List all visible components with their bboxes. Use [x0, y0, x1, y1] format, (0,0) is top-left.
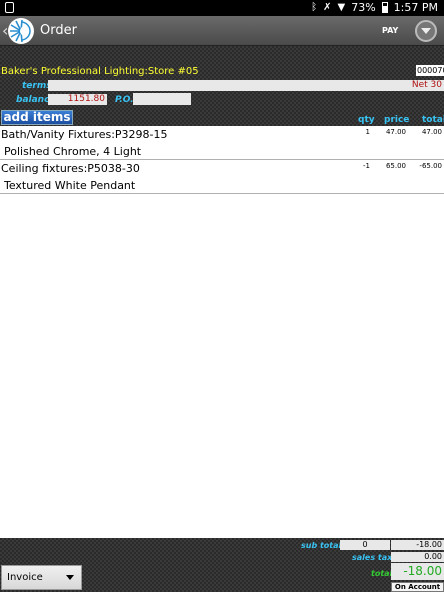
status-icons: ᛒ ✗ ▼ 73% 1:57 PM	[311, 1, 438, 14]
chevron-down-icon	[66, 575, 74, 580]
action-bar: ‹ Order PAY	[0, 16, 444, 46]
order-number: 000070	[416, 65, 444, 76]
document-type-select[interactable]: Invoice	[1, 565, 82, 590]
subtotal-label: sub total	[301, 541, 342, 550]
subtotal-value: -18.00	[391, 540, 444, 550]
total-value: -18.00	[391, 563, 444, 580]
add-items-button[interactable]: add items	[1, 110, 73, 125]
clock: 1:57 PM	[393, 1, 438, 14]
bluetooth-icon: ᛒ	[311, 2, 318, 13]
subtotal-qty: 0	[340, 540, 390, 550]
status-bar: ᛒ ✗ ▼ 73% 1:57 PM	[0, 0, 444, 16]
item-total: 47.00	[421, 128, 442, 136]
item-qty: -1	[363, 162, 370, 170]
sales-tax-label: sales tax	[352, 553, 393, 562]
po-field[interactable]	[133, 93, 191, 105]
balance-field: 1151.80	[48, 94, 107, 105]
item-price: 65.00	[385, 162, 406, 170]
battery-icon	[381, 2, 388, 13]
total-column-header: total	[422, 115, 444, 125]
payment-method-button[interactable]: On Account	[391, 582, 444, 592]
overflow-menu-button[interactable]	[415, 20, 437, 42]
item-name: Ceiling fixtures:P5038-30	[1, 162, 140, 175]
app-logo[interactable]	[8, 18, 34, 44]
mute-icon: ✗	[323, 2, 332, 13]
item-price: 47.00	[385, 128, 406, 136]
price-column-header: price	[384, 115, 410, 125]
item-name: Bath/Vanity Fixtures:P3298-15	[1, 128, 168, 141]
document-type-value: Invoice	[7, 572, 43, 583]
item-description: Polished Chrome, 4 Light	[4, 145, 142, 158]
line-item[interactable]: Ceiling fixtures:P5038-30 Textured White…	[0, 160, 444, 194]
total-label: total	[371, 569, 393, 578]
sales-tax-value[interactable]: 0.00	[391, 552, 444, 562]
notification-icon	[5, 2, 14, 13]
logo-icon	[9, 19, 33, 43]
battery-percent: 73%	[351, 1, 376, 14]
screen-title: Order	[40, 23, 77, 38]
order-header: Baker's Professional Lighting:Store #05 …	[0, 46, 444, 126]
qty-column-header: qty	[358, 115, 375, 125]
customer-name[interactable]: Baker's Professional Lighting:Store #05	[1, 66, 199, 77]
po-label: P.O.	[115, 95, 134, 105]
item-qty: 1	[365, 128, 370, 136]
pay-button[interactable]: PAY	[382, 26, 398, 35]
order-footer: Invoice sub total 0 -18.00 sales tax 0.0…	[0, 538, 444, 592]
wifi-icon: ▼	[337, 2, 346, 13]
line-item[interactable]: Bath/Vanity Fixtures:P3298-15 Polished C…	[0, 126, 444, 160]
item-description: Textured White Pendant	[4, 179, 136, 192]
line-items-list: Bath/Vanity Fixtures:P3298-15 Polished C…	[0, 126, 444, 538]
item-total: -65.00	[419, 162, 442, 170]
terms-field[interactable]: Net 30	[48, 80, 444, 91]
